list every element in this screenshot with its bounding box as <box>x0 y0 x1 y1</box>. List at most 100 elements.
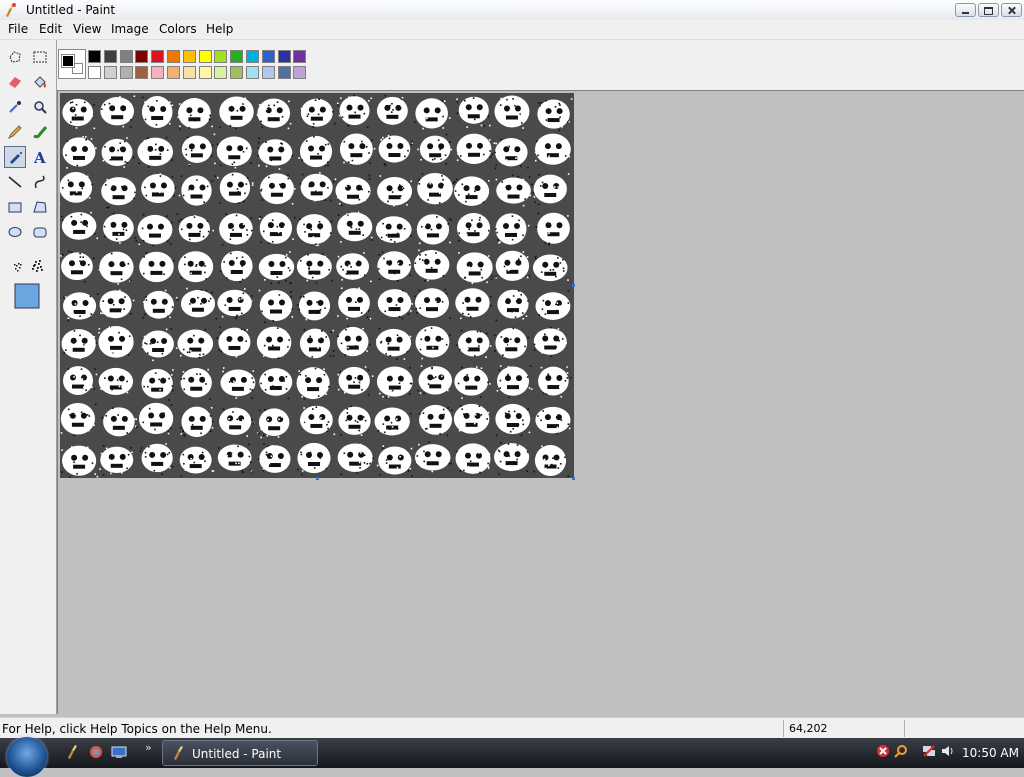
minimize-button[interactable] <box>955 3 976 17</box>
airbrush-icon <box>8 150 24 166</box>
select-icon <box>32 49 48 65</box>
canvas-image[interactable] <box>60 93 574 478</box>
line-icon <box>7 174 23 190</box>
quick-launch-browser-icon[interactable] <box>88 744 104 760</box>
palette-swatch-bottom-9[interactable] <box>230 66 243 79</box>
magnifier-tool[interactable] <box>29 96 51 118</box>
face-blob <box>178 251 213 282</box>
svg-text:A: A <box>33 149 46 165</box>
rounded-rectangle-tool[interactable] <box>29 221 51 243</box>
airbrush-tool[interactable] <box>4 146 26 168</box>
eraser-tool[interactable] <box>4 71 26 93</box>
palette-swatch-bottom-12[interactable] <box>278 66 291 79</box>
status-bar: For Help, click Help Topics on the Help … <box>0 717 1024 739</box>
palette-swatch-top-10[interactable] <box>246 50 259 63</box>
palette-swatch-top-7[interactable] <box>199 50 212 63</box>
menu-help[interactable]: Help <box>204 22 235 36</box>
palette-swatch-top-0[interactable] <box>88 50 101 63</box>
clock: 10:50 AM <box>962 746 1019 760</box>
palette-swatch-bottom-5[interactable] <box>167 66 180 79</box>
palette-swatch-top-11[interactable] <box>262 50 275 63</box>
network-icon[interactable] <box>922 744 936 758</box>
palette-swatch-bottom-13[interactable] <box>293 66 306 79</box>
palette-swatch-bottom-6[interactable] <box>183 66 196 79</box>
pencil-tool[interactable] <box>4 121 26 143</box>
palette-swatch-top-3[interactable] <box>135 50 148 63</box>
face-blob <box>376 216 412 243</box>
start-button[interactable] <box>7 737 47 777</box>
color-picker-icon <box>7 99 23 115</box>
eraser-icon <box>7 74 23 90</box>
palette-swatch-bottom-2[interactable] <box>120 66 133 79</box>
face-blob <box>139 403 173 435</box>
palette-swatch-top-2[interactable] <box>120 50 133 63</box>
palette-swatch-top-5[interactable] <box>167 50 180 63</box>
palette-swatch-bottom-11[interactable] <box>262 66 275 79</box>
face-blob <box>455 443 490 474</box>
menu-edit[interactable]: Edit <box>37 22 64 36</box>
select-tool[interactable] <box>29 46 51 68</box>
polygon-tool[interactable] <box>29 196 51 218</box>
search-tray-icon[interactable] <box>894 744 908 758</box>
palette-swatch-bottom-10[interactable] <box>246 66 259 79</box>
palette-swatch-top-1[interactable] <box>104 50 117 63</box>
palette-swatch-top-9[interactable] <box>230 50 243 63</box>
menu-view[interactable]: View <box>71 22 103 36</box>
palette-swatch-bottom-0[interactable] <box>88 66 101 79</box>
brush-tool[interactable] <box>29 121 51 143</box>
palette-swatch-bottom-4[interactable] <box>151 66 164 79</box>
paint-app-icon <box>3 2 19 18</box>
quick-launch-expand-icon[interactable]: » <box>145 741 152 754</box>
window-title: Untitled - Paint <box>26 3 115 17</box>
face-blob <box>98 326 134 358</box>
palette-swatch-top-13[interactable] <box>293 50 306 63</box>
quick-launch-paint-icon[interactable] <box>65 744 81 760</box>
menu-bar: File Edit View Image Colors Help <box>0 20 1024 40</box>
color-box <box>0 40 1024 90</box>
palette-swatch-top-12[interactable] <box>278 50 291 63</box>
brush-icon <box>32 124 48 140</box>
resize-handle-corner[interactable] <box>572 477 575 480</box>
show-desktop-icon[interactable] <box>111 744 127 760</box>
foreground-color-swatch[interactable] <box>62 55 74 67</box>
palette-swatch-top-6[interactable] <box>183 50 196 63</box>
line-tool[interactable] <box>4 171 26 193</box>
palette-swatch-bottom-7[interactable] <box>199 66 212 79</box>
taskbar-button-paint[interactable]: Untitled - Paint <box>162 740 318 766</box>
palette-swatch-bottom-3[interactable] <box>135 66 148 79</box>
menu-image[interactable]: Image <box>109 22 151 36</box>
fill-bucket-tool[interactable] <box>29 71 51 93</box>
ellipse-tool[interactable] <box>4 221 26 243</box>
maximize-button[interactable] <box>978 3 999 17</box>
rectangle-tool[interactable] <box>4 196 26 218</box>
drawing-canvas[interactable] <box>60 93 574 478</box>
spray-large-option[interactable] <box>15 284 39 308</box>
free-form-select-tool[interactable] <box>4 46 26 68</box>
security-alert-icon[interactable] <box>876 744 890 758</box>
color-picker-tool[interactable] <box>4 96 26 118</box>
resize-handle-bottom[interactable] <box>316 477 319 480</box>
palette-swatch-top-8[interactable] <box>214 50 227 63</box>
spray-small-option[interactable] <box>14 263 22 272</box>
curve-tool[interactable] <box>29 171 51 193</box>
status-separator <box>783 720 784 737</box>
menu-colors[interactable]: Colors <box>157 22 199 36</box>
palette-swatch-bottom-1[interactable] <box>104 66 117 79</box>
status-separator <box>904 720 905 737</box>
fill-bucket-icon <box>32 74 48 90</box>
spray-medium-option[interactable] <box>32 260 43 272</box>
text-icon: A <box>32 149 48 165</box>
menu-file[interactable]: File <box>6 22 30 36</box>
rectangle-icon <box>7 199 23 215</box>
palette-swatch-bottom-8[interactable] <box>214 66 227 79</box>
status-help-text: For Help, click Help Topics on the Help … <box>2 722 272 736</box>
close-button[interactable] <box>1001 3 1022 17</box>
volume-icon[interactable] <box>941 744 955 758</box>
cursor-coordinates: 64,202 <box>789 722 828 735</box>
palette-swatch-top-4[interactable] <box>151 50 164 63</box>
text-tool[interactable]: A <box>29 146 51 168</box>
resize-handle-right[interactable] <box>572 284 575 287</box>
polygon-icon <box>32 199 48 215</box>
face-blob <box>454 404 490 434</box>
taskbar <box>0 738 1024 768</box>
